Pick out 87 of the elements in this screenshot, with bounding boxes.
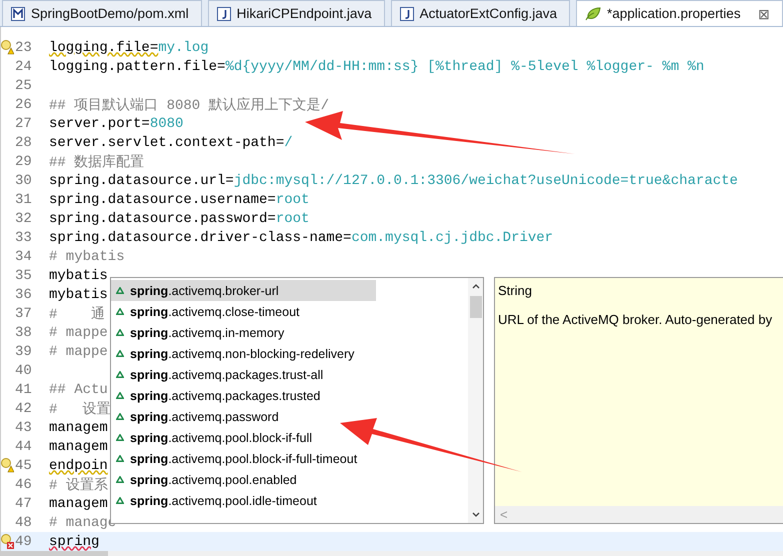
completion-item[interactable]: spring.activemq.in-memory [111, 322, 376, 343]
code-comment: # 通 [49, 306, 106, 322]
code-comment: # mappe [49, 344, 108, 360]
code-line: logging.pattern.file=%d{yyyy/MM/dd-HH:mm:ss} [%thread] %-5level %logger- %m %n [49, 58, 704, 74]
code-line: managem [49, 420, 108, 436]
completion-item[interactable]: spring.activemq.pool.block-if-full-timeout [111, 448, 376, 469]
property-description: URL of the ActiveMQ broker. Auto-generated by [497, 311, 774, 327]
code-line: spring [49, 534, 100, 550]
file-icon [400, 6, 414, 20]
line-number: 47 [15, 496, 33, 512]
property-icon [116, 476, 124, 483]
code-comment: # mappe [49, 324, 108, 340]
editor-tab[interactable]: HikariCPEndpoint.java [208, 0, 385, 26]
code-comment: # 设置 [49, 400, 111, 418]
line-number: 32 [15, 210, 33, 226]
leaf-icon [584, 6, 601, 20]
line-number: 40 [15, 362, 33, 378]
line-number: 29 [15, 154, 33, 170]
code-line: endpoin [49, 458, 108, 474]
code-comment: ## 项目默认端口 8080 默认应用上下文是/ [49, 96, 330, 114]
completion-item[interactable]: spring.activemq.pool.idle-timeout [111, 490, 376, 511]
code-line: logging.file=my.log [49, 40, 209, 56]
scrollbar[interactable] [1, 551, 783, 556]
editor-tab[interactable]: SpringBootDemo/pom.xml [2, 0, 202, 26]
line-number: 35 [15, 268, 33, 284]
line-number: 27 [15, 116, 33, 132]
code-line: spring.datasource.password=root [49, 210, 310, 226]
completion-item[interactable]: spring.activemq.pool.block-if-full [111, 427, 376, 448]
line-number: 26 [15, 96, 33, 112]
completion-item[interactable]: spring.activemq.non-blocking-redelivery [111, 343, 376, 364]
line-number: 37 [15, 306, 33, 322]
property-icon [116, 413, 124, 420]
property-icon [116, 434, 124, 441]
line-number: 25 [15, 78, 33, 94]
line-number: 33 [15, 230, 33, 246]
scrollbar[interactable] [468, 278, 483, 523]
code-line: managem [49, 496, 108, 512]
code-line: mybatis [49, 286, 108, 302]
property-icon [116, 371, 124, 378]
property-icon [116, 392, 124, 399]
completion-item[interactable]: spring.activemq.packages.trusted [111, 385, 376, 406]
code-comment: ## 数据库配置 [49, 153, 144, 170]
completion-item[interactable]: spring.activemq.broker-url [111, 280, 376, 301]
line-number: 31 [15, 192, 33, 208]
line-number: 45 [15, 458, 33, 474]
line-number: 36 [15, 286, 33, 302]
line-number: 24 [15, 58, 33, 74]
line-number: 42 [15, 400, 33, 416]
property-icon [116, 350, 124, 357]
completion-item[interactable]: spring.activemq.packages.trust-all [111, 364, 376, 385]
editor-tab[interactable]: *application.properties ⊠ [576, 0, 783, 26]
line-number: 28 [15, 134, 33, 150]
code-comment: # 设置系 [49, 476, 108, 494]
property-icon [116, 455, 124, 462]
property-icon [116, 329, 124, 336]
property-type: String [497, 282, 533, 298]
code-line: spring.datasource.driver-class-name=com.mysql.cj.jdbc.Driver [49, 230, 554, 246]
line-number: 41 [15, 382, 33, 398]
line-number: 30 [15, 172, 33, 188]
line-number: 34 [15, 248, 33, 264]
line-number: 49 [15, 534, 33, 550]
code-line: spring.datasource.username=root [49, 192, 310, 208]
code-comment: # mybatis [49, 248, 125, 264]
line-number: 43 [15, 420, 33, 436]
line-number: 23 [15, 40, 33, 56]
close-icon[interactable]: ⊠ [758, 6, 770, 22]
property-icon [116, 497, 124, 504]
property-icon [116, 308, 124, 315]
line-number: 39 [15, 344, 33, 360]
code-line: managem [49, 438, 108, 454]
code-line: server.port=8080 [49, 116, 184, 132]
code-line: server.servlet.context-path=/ [49, 134, 293, 150]
code-line: mybatis [49, 268, 108, 284]
code-line: spring.datasource.url=jdbc:mysql://127.0.0.1:3306/weichat?useUnicode=true&characte [49, 172, 738, 188]
code-comment: ## Actu [49, 382, 108, 398]
line-number: 38 [15, 324, 33, 340]
file-icon [216, 6, 231, 20]
completion-item[interactable]: spring.activemq.password [111, 406, 376, 427]
editor-tab[interactable]: ActuatorExtConfig.java [390, 0, 570, 26]
line-number: 48 [15, 514, 33, 530]
completion-item[interactable]: spring.activemq.close-timeout [111, 301, 376, 322]
line-number: 44 [15, 438, 33, 454]
property-icon [116, 287, 124, 294]
scroll-thumb[interactable] [470, 296, 482, 318]
completion-item[interactable]: spring.activemq.pool.enabled [111, 469, 376, 490]
file-icon [11, 6, 25, 20]
line-number: 46 [15, 476, 33, 492]
